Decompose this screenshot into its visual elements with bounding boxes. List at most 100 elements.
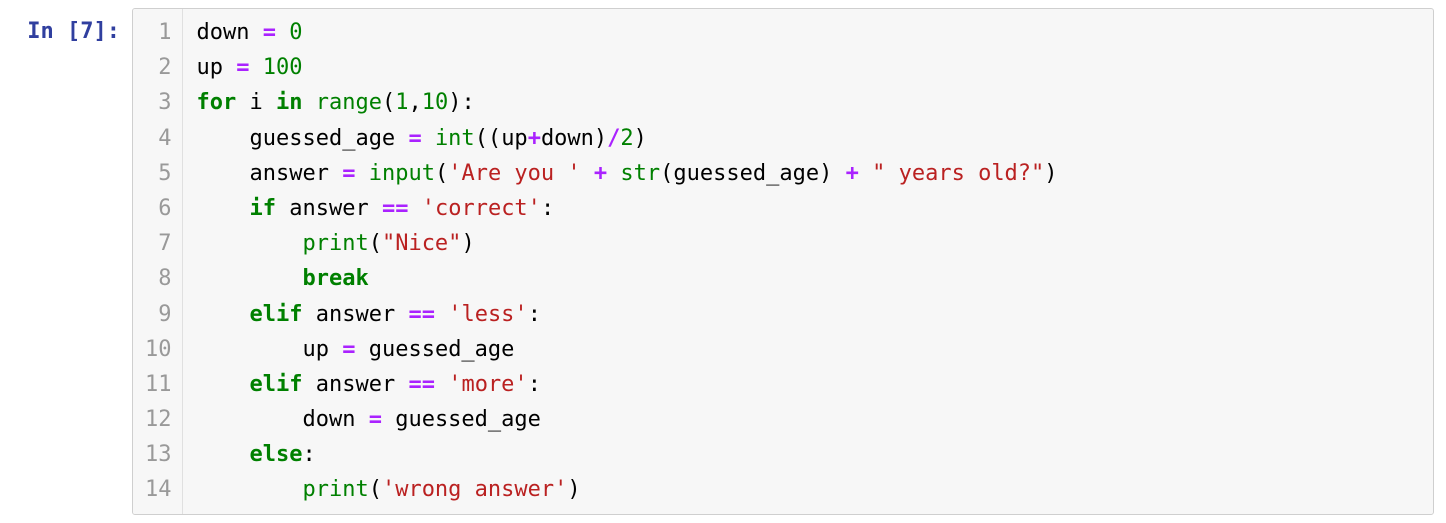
code-token: == bbox=[408, 372, 435, 397]
code-token bbox=[197, 337, 303, 362]
code-token bbox=[329, 161, 342, 186]
line-number: 1 bbox=[145, 15, 172, 50]
code-token: str bbox=[620, 161, 660, 186]
code-token bbox=[395, 302, 408, 327]
code-token bbox=[197, 161, 250, 186]
code-token: (( bbox=[475, 126, 502, 151]
code-line[interactable]: up = 100 bbox=[197, 50, 1420, 85]
code-token bbox=[197, 477, 303, 502]
code-token: 1 bbox=[395, 90, 408, 115]
code-token: else bbox=[249, 442, 302, 467]
code-token bbox=[408, 196, 421, 221]
notebook-cell: In [7]: 1234567891011121314 down = 0up =… bbox=[0, 0, 1446, 523]
code-token: guessed_age bbox=[249, 126, 395, 151]
code-token: ( bbox=[660, 161, 673, 186]
code-token bbox=[395, 372, 408, 397]
line-number: 8 bbox=[145, 261, 172, 296]
code-token: 'Are you ' bbox=[448, 161, 580, 186]
code-token bbox=[859, 161, 872, 186]
line-number: 10 bbox=[145, 332, 172, 367]
code-token: for bbox=[197, 90, 237, 115]
code-token: 0 bbox=[289, 20, 302, 45]
code-token: = bbox=[236, 55, 249, 80]
code-line[interactable]: elif answer == 'more': bbox=[197, 367, 1420, 402]
code-line[interactable]: down = guessed_age bbox=[197, 402, 1420, 437]
code-token bbox=[197, 442, 250, 467]
code-token: + bbox=[846, 161, 859, 186]
code-line[interactable]: elif answer == 'less': bbox=[197, 297, 1420, 332]
code-token: guessed_age bbox=[673, 161, 819, 186]
code-token: input bbox=[369, 161, 435, 186]
code-token: 'less' bbox=[448, 302, 527, 327]
line-number: 11 bbox=[145, 367, 172, 402]
code-line[interactable]: up = guessed_age bbox=[197, 332, 1420, 367]
line-number: 7 bbox=[145, 226, 172, 261]
code-cell[interactable]: 1234567891011121314 down = 0up = 100for … bbox=[132, 8, 1434, 515]
code-token: in bbox=[276, 90, 303, 115]
code-line[interactable]: down = 0 bbox=[197, 15, 1420, 50]
code-line[interactable]: print('wrong answer') bbox=[197, 472, 1420, 507]
code-token: i bbox=[250, 90, 263, 115]
code-token bbox=[435, 372, 448, 397]
code-token: ) bbox=[594, 126, 607, 151]
code-line[interactable]: for i in range(1,10): bbox=[197, 85, 1420, 120]
code-token bbox=[382, 407, 395, 432]
code-token bbox=[197, 372, 250, 397]
line-number-gutter: 1234567891011121314 bbox=[133, 9, 183, 514]
code-token: ) bbox=[819, 161, 832, 186]
code-token: == bbox=[408, 302, 435, 327]
prompt-number: 7 bbox=[80, 19, 93, 44]
code-line[interactable]: guessed_age = int((up+down)/2) bbox=[197, 121, 1420, 156]
code-token bbox=[329, 337, 342, 362]
code-token: ( bbox=[369, 231, 382, 256]
code-token: guessed_age bbox=[369, 337, 515, 362]
code-line[interactable]: if answer == 'correct': bbox=[197, 191, 1420, 226]
code-token bbox=[355, 407, 368, 432]
line-number: 4 bbox=[145, 121, 172, 156]
code-token bbox=[197, 407, 303, 432]
code-token: , bbox=[408, 90, 421, 115]
code-token: 10 bbox=[422, 90, 449, 115]
code-token: print bbox=[302, 231, 368, 256]
code-token: answer bbox=[316, 372, 395, 397]
prompt-open: [ bbox=[67, 19, 80, 44]
code-line[interactable]: print("Nice") bbox=[197, 226, 1420, 261]
code-line[interactable]: else: bbox=[197, 437, 1420, 472]
line-number: 2 bbox=[145, 50, 172, 85]
code-line[interactable]: break bbox=[197, 261, 1420, 296]
code-editor[interactable]: down = 0up = 100for i in range(1,10): gu… bbox=[183, 9, 1434, 514]
code-token bbox=[250, 55, 263, 80]
code-inner: 1234567891011121314 down = 0up = 100for … bbox=[133, 9, 1433, 514]
code-token: 'correct' bbox=[422, 196, 541, 221]
line-number: 14 bbox=[145, 472, 172, 507]
code-token bbox=[197, 126, 250, 151]
code-token: range bbox=[316, 90, 382, 115]
code-line[interactable]: answer = input('Are you ' + str(guessed_… bbox=[197, 156, 1420, 191]
code-token bbox=[581, 161, 594, 186]
code-token: elif bbox=[249, 372, 302, 397]
code-token: ( bbox=[382, 90, 395, 115]
code-token: = bbox=[342, 161, 355, 186]
code-token bbox=[302, 372, 315, 397]
code-token: = bbox=[369, 407, 382, 432]
code-token: : bbox=[528, 302, 541, 327]
code-token bbox=[223, 55, 236, 80]
code-token: = bbox=[263, 20, 276, 45]
line-number: 9 bbox=[145, 297, 172, 332]
code-token: down bbox=[541, 126, 594, 151]
code-token: ) bbox=[461, 231, 474, 256]
code-token: : bbox=[302, 442, 315, 467]
code-token: 'wrong answer' bbox=[382, 477, 567, 502]
code-token bbox=[197, 302, 250, 327]
code-token: elif bbox=[249, 302, 302, 327]
code-token: 2 bbox=[620, 126, 633, 151]
code-token bbox=[197, 266, 303, 291]
prompt-in: In bbox=[27, 19, 67, 44]
code-token bbox=[236, 90, 249, 115]
code-token bbox=[395, 126, 408, 151]
code-token bbox=[276, 20, 289, 45]
code-token: break bbox=[302, 266, 368, 291]
code-token: == bbox=[382, 196, 409, 221]
line-number: 12 bbox=[145, 402, 172, 437]
code-token: down bbox=[302, 407, 355, 432]
